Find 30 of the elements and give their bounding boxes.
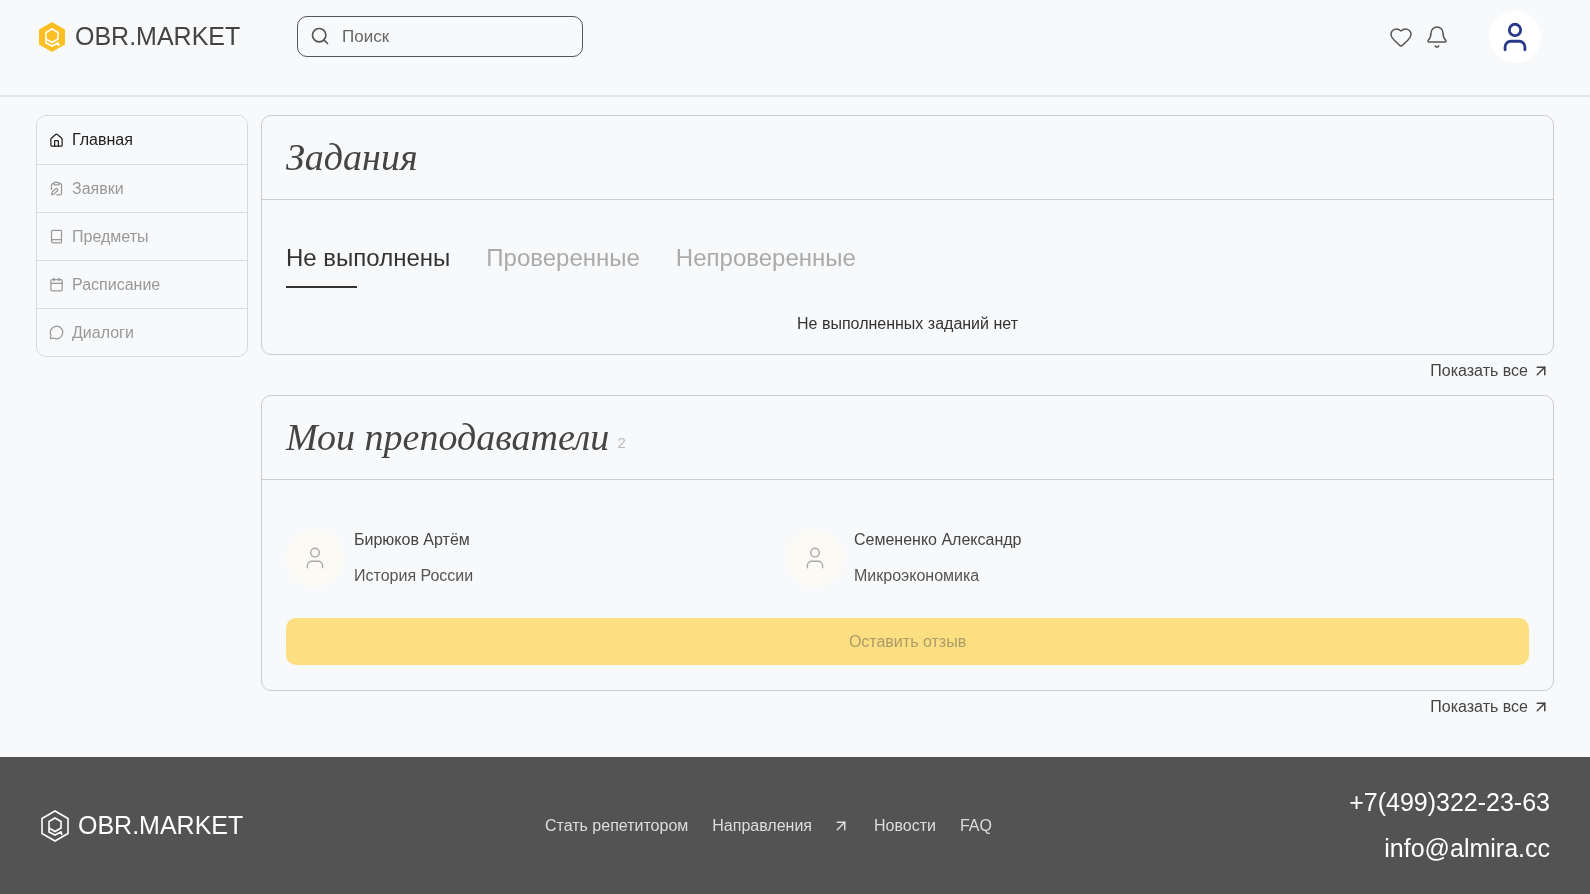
logo-icon (37, 20, 67, 53)
teacher-subject: Микроэкономика (854, 566, 981, 586)
search-field[interactable]: Поиск (297, 16, 583, 57)
teacher-name: Семененко Александр (854, 530, 1022, 550)
section-title: Задания (286, 135, 418, 180)
logo-text: OBR.MARKET (78, 809, 244, 841)
calendar-icon (49, 277, 64, 292)
teacher-name: Бирюков Артём (354, 530, 471, 550)
teacher-subject: История России (354, 566, 474, 586)
bell-icon[interactable] (1425, 25, 1449, 49)
search-icon (310, 26, 330, 46)
phone-link[interactable]: +7(499)322-23-63 (1349, 784, 1550, 822)
avatar[interactable] (1489, 11, 1541, 63)
heart-icon[interactable] (1389, 25, 1413, 49)
logo-text: OBR.MARKET (75, 20, 241, 52)
teacher-count: 2 (617, 433, 626, 454)
footer-link[interactable]: Новости (874, 813, 936, 838)
book-icon (49, 229, 64, 244)
logo-icon (40, 809, 70, 842)
footer-link[interactable]: FAQ (959, 813, 992, 838)
section-title: Мои преподаватели (286, 415, 610, 460)
show-all-link[interactable]: Показать все (1430, 359, 1550, 383)
empty-message: Не выполненных заданий нет (796, 314, 1019, 334)
footer-link[interactable]: Стать репетитором (545, 813, 689, 838)
footer-link[interactable]: Направления (712, 813, 850, 838)
email-link[interactable]: info@almira.cc (1384, 829, 1550, 867)
home-icon (49, 132, 64, 148)
show-all-link[interactable]: Показать все (1430, 695, 1550, 719)
clipboard-icon (49, 181, 64, 196)
chat-bubble-icon (49, 325, 64, 340)
